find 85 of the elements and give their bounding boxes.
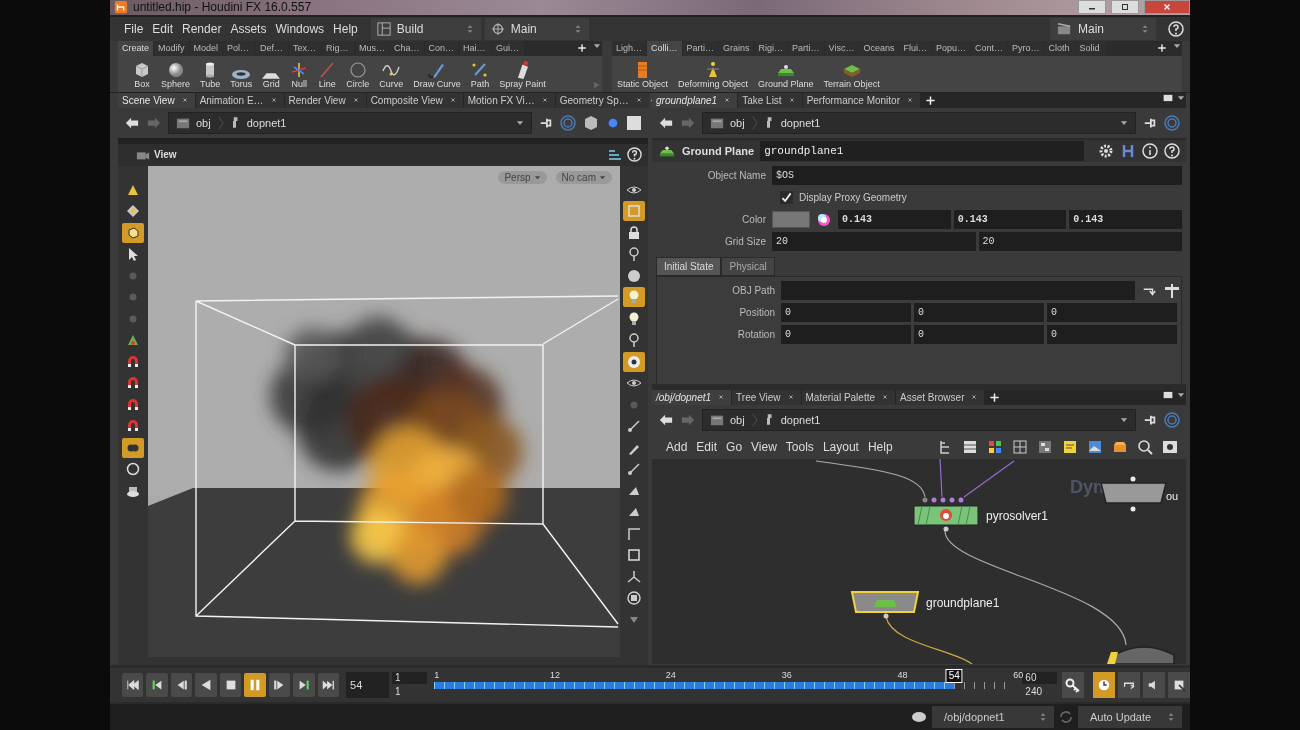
value-field[interactable]: 0 — [1047, 325, 1177, 345]
menu-item[interactable]: Layout — [822, 439, 859, 454]
path-segment[interactable]: obj — [730, 116, 745, 129]
menu-item[interactable]: File — [124, 21, 144, 36]
parameter-label: Position — [738, 307, 775, 319]
menu-item[interactable]: Assets — [230, 21, 267, 36]
window-title: untitled.hip - Houdini FX 16.0.557 — [133, 0, 312, 15]
frame-tick-label: 12 — [550, 669, 561, 680]
shelf-tool[interactable]: Torus — [225, 69, 258, 92]
menu-item[interactable]: Windows — [275, 21, 325, 36]
network-path-dropdown[interactable]: /obj/dopnet1 — [932, 706, 1054, 729]
parameter-tab[interactable]: Initial State — [656, 256, 722, 276]
menu-item[interactable]: Tools — [785, 439, 814, 454]
menu-item[interactable]: Go — [726, 439, 743, 454]
frame-tick-label: 60 — [1013, 669, 1024, 680]
start-frame-field[interactable]: 1 — [392, 671, 428, 684]
network-canvas[interactable]: Dyn pyrosolver1 groundplane1 ou — [652, 458, 1186, 664]
shelf-tool[interactable]: Static Object — [612, 60, 674, 92]
path-field[interactable]: obj dopnet1 — [168, 111, 532, 134]
shelf-tool[interactable]: Draw Curve — [408, 60, 466, 92]
node-type-label: Ground Plane — [682, 144, 755, 157]
shelf-tool[interactable]: Curve — [374, 60, 409, 92]
network-type-label: Dyn — [1070, 476, 1104, 497]
value-field[interactable]: 0.143 — [953, 210, 1067, 230]
shelf-tool[interactable]: Path — [465, 60, 495, 92]
frame-tick-label: 24 — [665, 669, 676, 680]
menu-item[interactable]: Edit — [696, 439, 718, 454]
parameter-label: Grid Size — [723, 236, 766, 248]
start-frame-field[interactable]: 1 — [392, 685, 428, 698]
menu-item[interactable]: Edit — [152, 21, 174, 36]
shelf-tool[interactable]: Ground Plane — [753, 60, 819, 92]
parameter-label: Color — [741, 214, 766, 226]
menu-item[interactable]: View — [751, 439, 777, 454]
node-name-field[interactable]: groundplane1 — [760, 140, 1084, 161]
parameter-label: Object Name — [706, 170, 766, 182]
menu-item[interactable]: Add — [666, 439, 688, 454]
node-label: pyrosolver1 — [986, 508, 1049, 523]
shelf-tool[interactable]: Tube — [195, 60, 226, 92]
value-field[interactable]: 0.143 — [838, 210, 951, 230]
frame-tick-label: 48 — [897, 669, 908, 680]
shelf-tool[interactable]: Spray Paint — [494, 60, 551, 92]
node-label: groundplane1 — [926, 595, 1000, 610]
frame-field[interactable]: 54 — [346, 671, 390, 698]
shelf-tool[interactable]: Grid — [257, 72, 286, 92]
shelf-tool[interactable]: Circle — [341, 60, 375, 92]
shelf-tool[interactable]: Line — [313, 60, 342, 92]
end-frame-field[interactable]: 60 — [1022, 671, 1058, 684]
text-field[interactable]: $OS — [772, 166, 1182, 186]
parameter-label: Rotation — [736, 329, 775, 341]
menu-item[interactable]: Help — [867, 439, 893, 454]
value-field[interactable]: 0 — [781, 303, 911, 323]
shelf-tool[interactable]: Null — [285, 60, 314, 92]
shelf-tool[interactable]: Deforming Object — [673, 60, 754, 92]
menu-item[interactable]: Render — [182, 21, 222, 36]
parameter-label: OBJ Path — [731, 285, 775, 297]
shelf-tool[interactable]: Box — [128, 60, 156, 92]
value-field[interactable]: 20 — [978, 232, 1182, 252]
viewer-title: View — [154, 149, 177, 161]
path-segment[interactable]: dopnet1 — [246, 116, 287, 129]
frame-tick-label: 1 — [434, 669, 440, 680]
checkbox-label: Display Proxy Geometry — [799, 192, 907, 204]
parameter-tab[interactable]: Physical — [721, 256, 775, 276]
path-segment[interactable]: obj — [730, 413, 745, 426]
path-segment[interactable]: obj — [196, 116, 211, 129]
value-field[interactable]: 0 — [781, 325, 911, 345]
desktop-dropdown[interactable]: Build — [370, 17, 481, 40]
node-label: ou — [1166, 489, 1179, 502]
end-frame-field[interactable]: 240 — [1022, 685, 1058, 698]
layout-dropdown[interactable]: Main — [1050, 17, 1156, 40]
viewport-layout-dropdown[interactable]: Main — [484, 17, 589, 40]
current-frame-marker[interactable]: 54 — [945, 668, 963, 683]
update-mode-dropdown[interactable]: Auto Update — [1078, 706, 1182, 729]
menu-item[interactable]: Help — [333, 21, 358, 36]
frame-tick-label: 36 — [781, 669, 792, 680]
value-field[interactable]: 20 — [772, 232, 976, 252]
shelf-tool[interactable]: Terrain Object — [818, 60, 885, 92]
shelf-tool[interactable]: Sphere — [156, 60, 196, 92]
path-field[interactable]: obj dopnet1 — [702, 111, 1136, 134]
path-field[interactable]: obj dopnet1 — [702, 408, 1136, 431]
value-field[interactable]: 0 — [1047, 303, 1177, 323]
value-field[interactable]: 0 — [914, 303, 1044, 323]
path-segment[interactable]: dopnet1 — [780, 413, 821, 426]
value-field[interactable]: 0.143 — [1069, 210, 1182, 230]
value-field[interactable]: 0 — [914, 325, 1044, 345]
path-segment[interactable]: dopnet1 — [780, 116, 821, 129]
